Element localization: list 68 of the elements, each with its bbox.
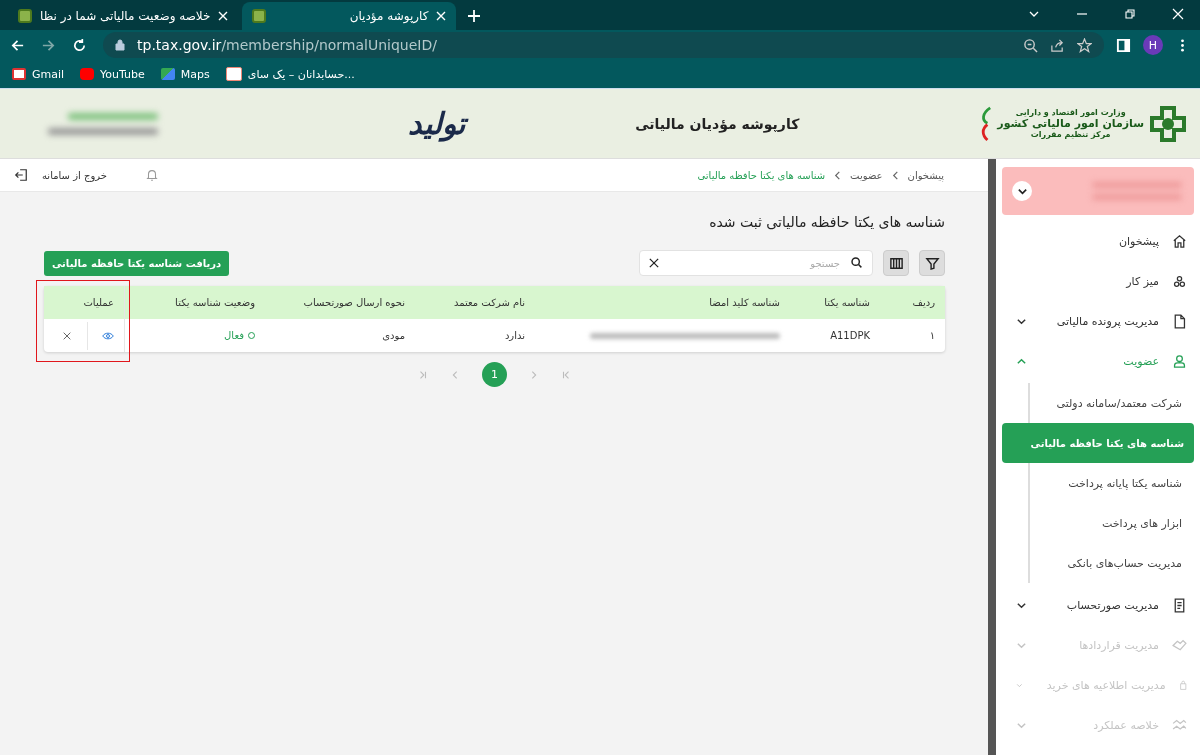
menu-item-icon — [1171, 352, 1188, 370]
star-icon[interactable] — [1077, 37, 1092, 53]
new-tab-icon[interactable] — [468, 10, 481, 22]
filter-button[interactable] — [919, 250, 945, 276]
sidebar-item[interactable]: میز کار — [1002, 261, 1194, 301]
logo-text: وزارت امور اقتصاد و دارایی — [1015, 108, 1126, 117]
columns-icon — [888, 255, 904, 271]
menu-item-icon — [1171, 232, 1188, 250]
bookmark[interactable]: Maps — [160, 67, 210, 81]
page-title: شناسه های یکتا حافظه مالیاتی ثبت شده — [708, 214, 945, 230]
zoom-out-icon[interactable] — [1023, 37, 1038, 53]
breadcrumb-link[interactable]: پیشخوان — [907, 169, 944, 181]
site-favicon-icon — [252, 9, 267, 23]
table-cell: مودی — [265, 319, 415, 352]
search-field[interactable]: جستجو — [639, 250, 873, 276]
breadcrumb-link[interactable]: شناسه های یکتا حافظه مالیاتی — [697, 169, 826, 181]
reload-icon[interactable] — [72, 37, 87, 53]
browser-tab[interactable]: خلاصه وضعیت مالیاتی شما در نظا — [8, 2, 239, 30]
bell-icon[interactable] — [144, 168, 159, 182]
column-header: وضعیت شناسه یکتا — [124, 286, 265, 319]
breadcrumb-link[interactable]: عضویت — [850, 169, 883, 181]
submenu-item[interactable]: شناسه یکتا پایانه پرداخت — [1028, 463, 1194, 503]
chevron-left-icon — [833, 170, 843, 180]
column-header: شناسه یکتا — [790, 286, 880, 319]
column-header: نحوه ارسال صورتحساب — [265, 286, 415, 319]
clear-icon[interactable] — [649, 258, 659, 268]
sidebar-item[interactable]: مدیریت پرونده مالیاتی — [1002, 301, 1194, 341]
logo-text: سازمان امور مالیاتی کشور — [997, 117, 1144, 130]
logo-text: مرکز تنظیم مقررات — [1030, 130, 1111, 139]
logout-link[interactable]: خروج از سامانه — [42, 169, 107, 181]
browser-tab[interactable]: کارپوشه مؤدیان — [242, 2, 457, 30]
side-panel-icon[interactable] — [1116, 37, 1131, 53]
search-icon — [850, 256, 863, 269]
chevron-left-icon — [890, 170, 900, 180]
submenu-item[interactable]: مدیریت حساب‌های بانکی — [1028, 543, 1194, 583]
column-header: ردیف — [880, 286, 945, 319]
chevron-down-icon[interactable] — [1012, 181, 1032, 201]
bookmark[interactable]: حسابدانان – یک سای... — [225, 67, 355, 81]
table-cell: ندارد — [415, 319, 535, 352]
logout-icon[interactable] — [14, 168, 28, 182]
profile-avatar[interactable]: H — [1143, 35, 1163, 55]
app-title: کارپوشه مؤدیان مالیاتی — [635, 115, 800, 132]
address-bar[interactable]: tp.tax.gov.ir/membership/normalUniqueID/ — [103, 32, 1104, 58]
view-icon[interactable] — [102, 330, 114, 341]
emblem-icon — [1148, 103, 1188, 144]
lock-icon — [115, 39, 125, 51]
close-icon[interactable] — [218, 11, 229, 21]
bookmark[interactable]: YouTube — [80, 67, 145, 81]
bookmark[interactable]: Gmail — [12, 67, 65, 81]
delete-icon[interactable] — [61, 330, 73, 341]
scrollbar[interactable] — [988, 159, 996, 755]
status-label: فعال — [224, 330, 255, 341]
sidebar-item[interactable]: عضویت — [1002, 341, 1194, 381]
close-icon[interactable] — [436, 11, 447, 21]
column-header: شناسه کلید امضا — [535, 286, 790, 319]
columns-button[interactable] — [883, 250, 909, 276]
restore-icon[interactable] — [1124, 8, 1136, 20]
column-header: نام شرکت معتمد — [415, 286, 535, 319]
site-favicon-icon — [18, 9, 32, 23]
share-icon[interactable] — [1050, 37, 1065, 53]
close-icon[interactable] — [1172, 8, 1184, 20]
table-cell: A11DPK — [790, 319, 880, 352]
sidebar-item[interactable]: مدیریت صورتحساب — [1002, 585, 1194, 625]
table-cell: ۱ — [880, 319, 945, 352]
column-header: عملیات — [44, 286, 125, 319]
filter-icon — [924, 255, 940, 271]
submenu-item[interactable]: ابزار های پرداخت — [1028, 503, 1194, 543]
sidebar-item[interactable]: پیشخوان — [1002, 221, 1194, 261]
